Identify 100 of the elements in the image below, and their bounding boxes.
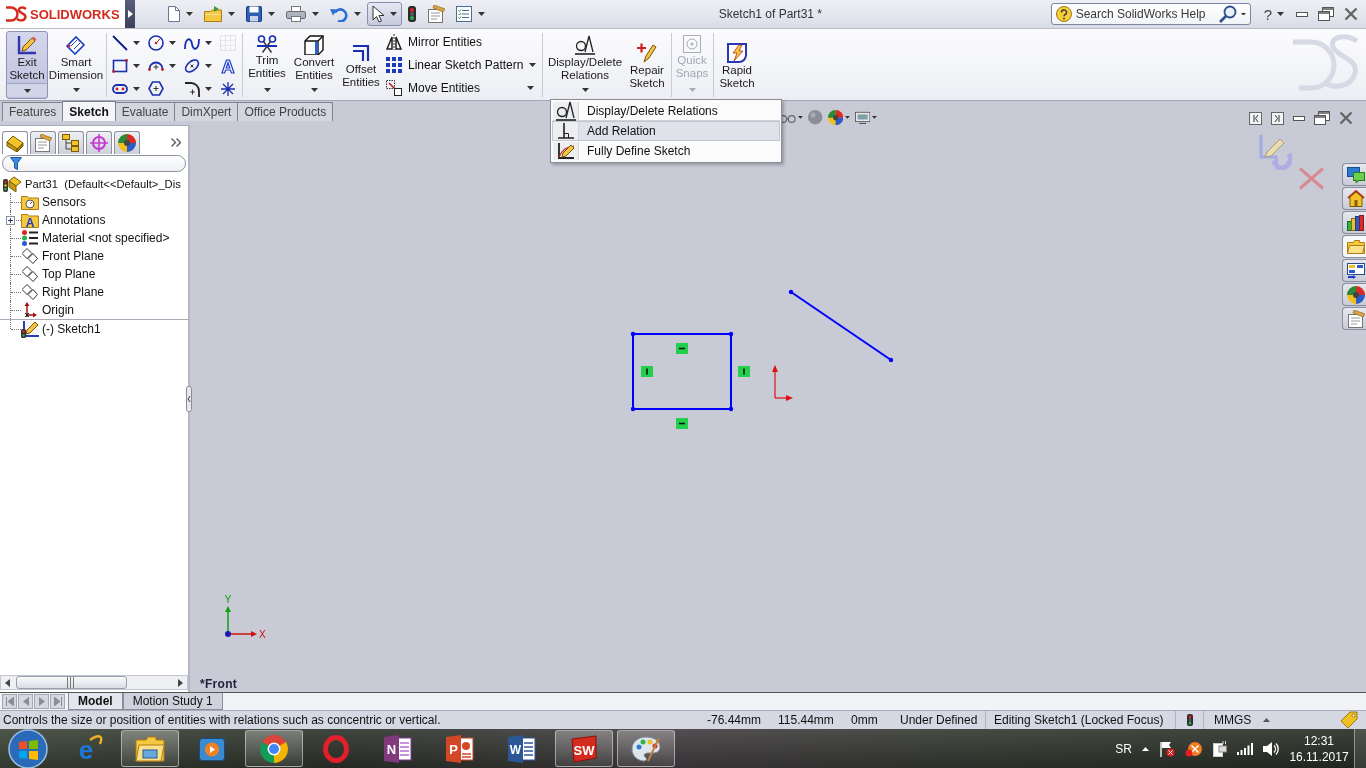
appearance-button[interactable] [826, 110, 851, 126]
minimize-icon[interactable] [1293, 115, 1305, 121]
power-plug-icon[interactable] [1213, 740, 1227, 757]
splitter-handle-icon[interactable] [186, 386, 192, 412]
close-icon[interactable] [1339, 111, 1353, 125]
taskbar-button[interactable]: W [493, 730, 551, 767]
trim-entities-button[interactable]: Trim Entities [245, 31, 289, 99]
expand-plus-icon[interactable] [6, 216, 15, 225]
taskbar-button[interactable] [121, 730, 179, 767]
tree-item[interactable]: Right Plane [0, 283, 105, 301]
filter-field[interactable] [2, 155, 186, 172]
exit-sketch-button[interactable]: Exit Sketch [6, 31, 48, 99]
horizontal-relation-icon [676, 343, 688, 354]
tab[interactable]: Motion Study 1 [122, 693, 223, 710]
minimize-icon[interactable] [1296, 11, 1308, 17]
panel-tab[interactable] [114, 131, 140, 154]
avast-icon[interactable] [1185, 740, 1203, 757]
pencil-plus-icon [637, 42, 657, 63]
caret-icon[interactable] [1240, 12, 1246, 16]
task-pane-tab[interactable] [1342, 307, 1366, 330]
scene-button[interactable] [853, 110, 878, 125]
tab[interactable]: Sketch [62, 101, 116, 121]
tab[interactable]: Model [68, 693, 123, 710]
start-orb-icon[interactable] [8, 728, 48, 768]
scrollbar-thumb[interactable] [16, 676, 127, 689]
move-entities-button[interactable]: Move Entities [384, 76, 540, 99]
sphere-icon [808, 110, 823, 125]
taskbar-button[interactable] [245, 730, 303, 767]
tab[interactable]: Office Products [237, 102, 334, 121]
split-right-icon[interactable] [1271, 111, 1284, 125]
clock-date[interactable]: 16.11.2017 [1289, 748, 1349, 765]
snap-target-icon [683, 35, 701, 53]
menu-flyout-button[interactable] [125, 0, 135, 28]
panel-tab[interactable] [58, 131, 84, 154]
units-button[interactable]: MMGS [1214, 713, 1271, 727]
rectangle-icon [112, 57, 128, 74]
caret-icon[interactable] [1142, 746, 1149, 751]
tree-item[interactable]: A Annotations [0, 211, 106, 229]
task-pane-tab[interactable] [1342, 211, 1366, 234]
view-name-label: *Front [200, 677, 238, 691]
taskbar-button[interactable]: SW [555, 730, 613, 767]
offset-entities-button[interactable]: Offset Entities [339, 31, 383, 99]
restore-icon[interactable] [1318, 7, 1334, 21]
tab[interactable]: DimXpert [174, 102, 239, 121]
search-icon[interactable] [1218, 5, 1237, 23]
panel-tab[interactable] [30, 131, 56, 154]
double-chevron-icon[interactable] [171, 138, 181, 147]
plane-icon [21, 284, 38, 300]
flag-icon[interactable] [1159, 740, 1175, 757]
mirror-entities-button[interactable]: Mirror Entities [384, 31, 540, 54]
panel-tab[interactable] [86, 131, 112, 154]
taskbar-button[interactable]: N [369, 730, 427, 767]
tag-icon[interactable] [1340, 711, 1358, 729]
traffic-light-icon[interactable] [1186, 714, 1193, 726]
linear-pattern-button[interactable]: Linear Sketch Pattern [384, 53, 540, 77]
task-pane-tab[interactable] [1342, 163, 1366, 186]
select-button[interactable] [367, 2, 402, 26]
speaker-icon[interactable] [1263, 741, 1279, 756]
show-desktop-button[interactable] [1354, 729, 1366, 768]
caret-icon [390, 12, 397, 16]
tree-item[interactable]: Material <not specified> [0, 229, 170, 247]
fillet-icon [184, 80, 200, 97]
filter-icon [10, 157, 22, 170]
horizontal-scrollbar[interactable] [0, 675, 188, 690]
smart-dimension-button[interactable]: Smart Dimension [49, 31, 103, 99]
tree-item[interactable]: Top Plane [0, 265, 96, 283]
language-indicator[interactable]: SR [1115, 741, 1132, 756]
convert-entities-button[interactable]: Convert Entities [290, 31, 338, 99]
clock-time[interactable]: 12:31 [1304, 732, 1334, 749]
help-button[interactable]: ? [1260, 5, 1275, 23]
part-icon [3, 176, 21, 192]
close-icon[interactable] [1344, 7, 1358, 21]
restore-icon[interactable] [1314, 111, 1330, 125]
tree-item[interactable]: Front Plane [0, 247, 105, 265]
sketch-icon [20, 320, 39, 338]
scroll-left-icon[interactable] [5, 678, 10, 687]
tab[interactable]: Evaluate [114, 102, 176, 121]
menu-item[interactable]: Fully Define Sketch [552, 141, 780, 161]
tree-item[interactable]: Sensors [0, 193, 87, 211]
tree-item[interactable]: Origin [0, 301, 74, 319]
menu-item[interactable]: Add Relation [552, 121, 780, 141]
taskbar-button[interactable]: P [431, 730, 489, 767]
panel-tab[interactable] [2, 131, 28, 154]
search-field[interactable]: Search SolidWorks Help [1050, 3, 1251, 25]
tab[interactable]: Features [2, 102, 64, 121]
repair-sketch-button[interactable]: Repair Sketch [626, 31, 668, 99]
split-left-icon[interactable] [1249, 111, 1262, 125]
task-pane-tab[interactable] [1342, 283, 1366, 306]
caret-icon [72, 88, 80, 92]
horizontal-relation-icon [676, 418, 688, 429]
signal-bars-icon[interactable] [1237, 742, 1253, 755]
rapid-sketch-button[interactable]: Rapid Sketch [716, 31, 758, 99]
taskbar-button[interactable] [617, 730, 675, 767]
task-pane-tab[interactable] [1342, 187, 1366, 210]
cursor-icon [372, 5, 384, 23]
relations-button[interactable]: Display/Delete Relations [545, 31, 625, 99]
tree-item[interactable]: Part31 (Default<<Default>_Dis [0, 175, 181, 193]
caret-icon[interactable] [1277, 12, 1284, 16]
scroll-right-icon[interactable] [178, 678, 183, 687]
task-pane-tab[interactable] [1342, 259, 1366, 282]
